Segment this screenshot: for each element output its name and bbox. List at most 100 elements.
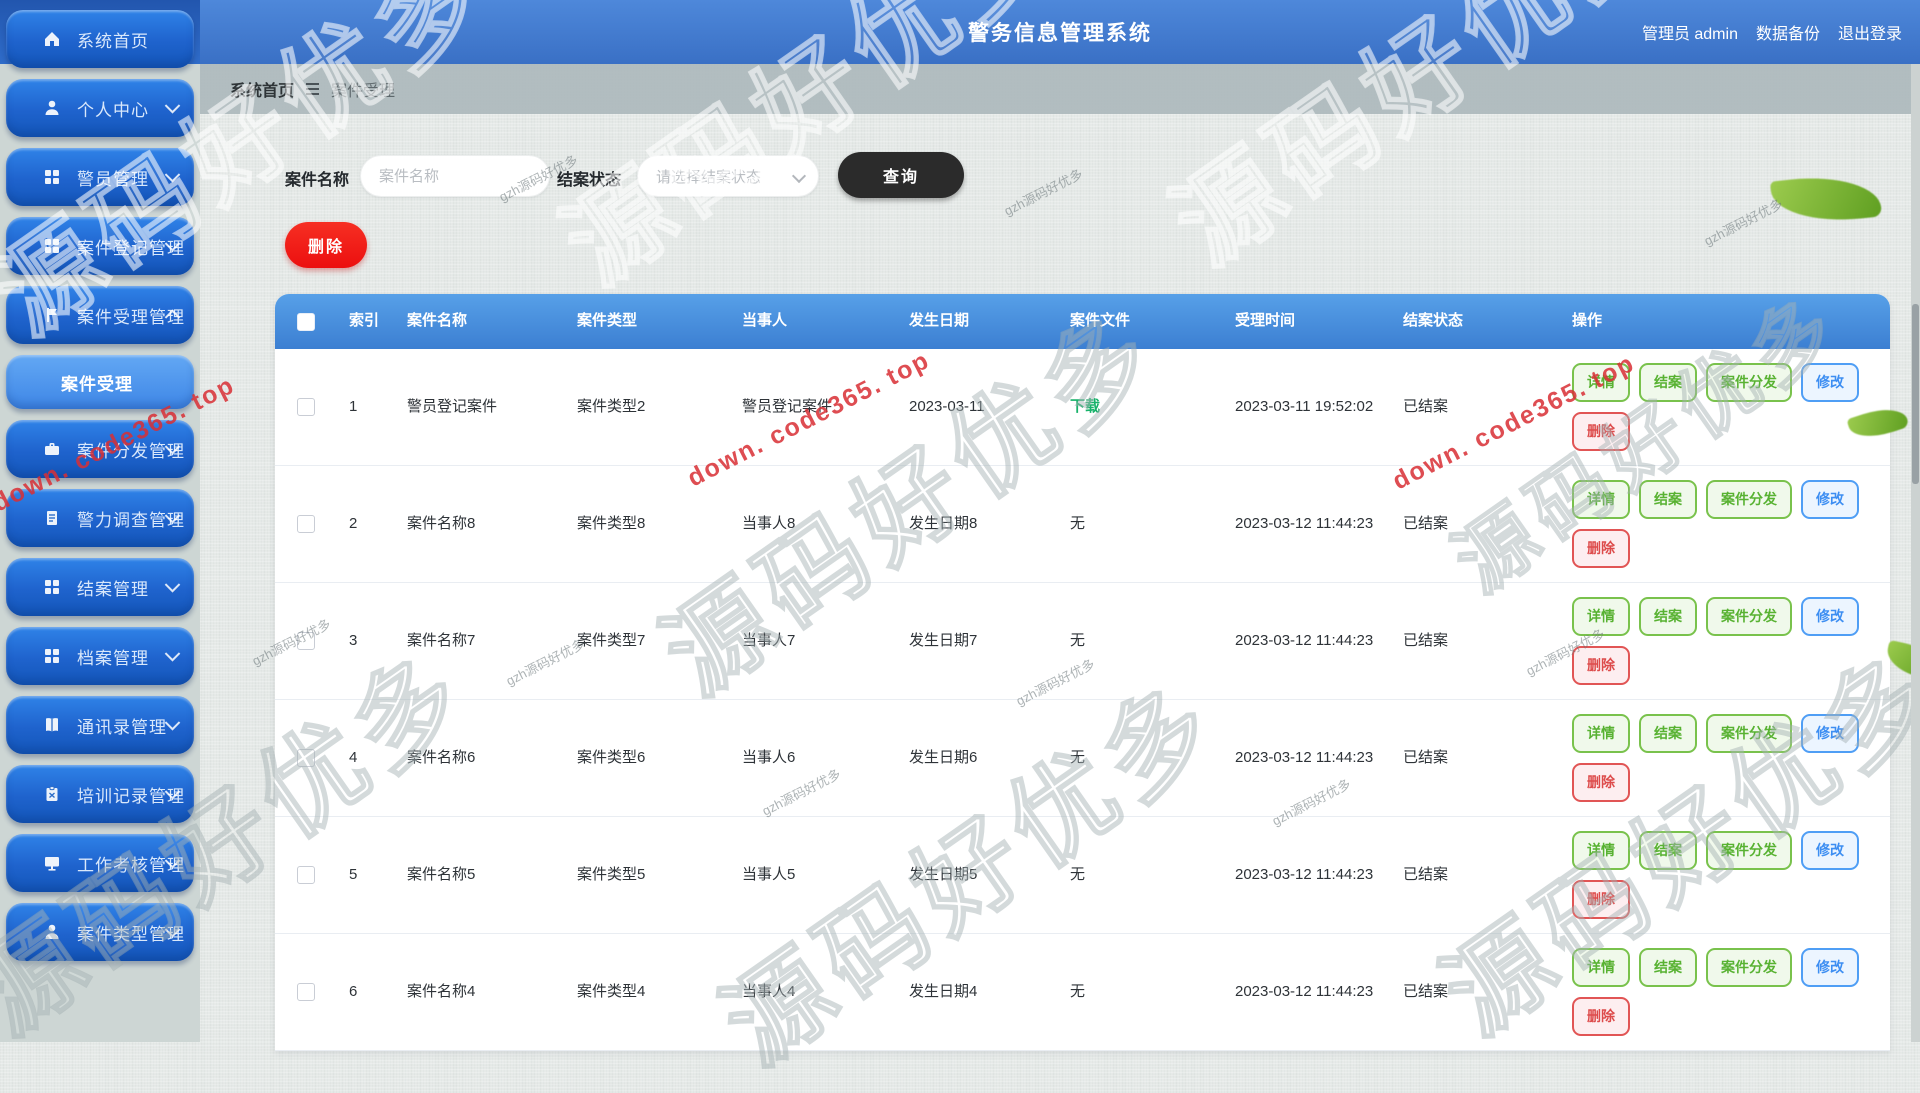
cell-case-file: 无	[1058, 583, 1223, 699]
case-status-select[interactable]: 请选择结案状态	[637, 155, 819, 197]
cell-case-name: 案件名称7	[395, 583, 565, 699]
bulk-delete-button[interactable]: 删除	[285, 222, 367, 268]
row-checkbox[interactable]	[297, 632, 315, 650]
cell-accept-time: 2023-03-12 11:44:23	[1223, 817, 1391, 933]
close-case-button[interactable]: 结案	[1639, 363, 1697, 402]
table-header-row: 索引 案件名称 案件类型 当事人 发生日期 案件文件 受理时间 结案状态 操作	[275, 294, 1890, 349]
clipboard-icon	[42, 784, 62, 804]
edit-button[interactable]: 修改	[1801, 948, 1859, 987]
edit-button[interactable]: 修改	[1801, 363, 1859, 402]
col-case-file: 案件文件	[1058, 294, 1223, 349]
sidebar-item-label: 档案管理	[77, 644, 149, 669]
dispatch-button[interactable]: 案件分发	[1706, 714, 1792, 753]
table-row: 4 案件名称6 案件类型6 当事人6 发生日期6 无 2023-03-12 11…	[275, 700, 1890, 817]
cell-close-status: 已结案	[1391, 583, 1560, 699]
cell-party: 当事人6	[730, 700, 897, 816]
edit-button[interactable]: 修改	[1801, 480, 1859, 519]
row-checkbox[interactable]	[297, 983, 315, 1001]
delete-row-button[interactable]: 删除	[1572, 763, 1630, 802]
detail-button[interactable]: 详情	[1572, 480, 1630, 519]
sidebar-item-archive-mgmt[interactable]: 档案管理	[6, 627, 194, 685]
delete-row-button[interactable]: 删除	[1572, 412, 1630, 451]
cell-date: 发生日期5	[897, 817, 1058, 933]
table-row: 5 案件名称5 案件类型5 当事人5 发生日期5 无 2023-03-12 11…	[275, 817, 1890, 934]
breadcrumb: 系统首页 案件受理	[200, 64, 1920, 114]
case-status-label: 结案状态	[557, 166, 621, 190]
sidebar-item-label: 通讯录管理	[77, 713, 167, 738]
home-icon	[42, 29, 62, 49]
grid-icon	[42, 236, 62, 256]
edit-button[interactable]: 修改	[1801, 831, 1859, 870]
breadcrumb-home[interactable]: 系统首页	[230, 77, 294, 101]
detail-button[interactable]: 详情	[1572, 363, 1630, 402]
delete-row-button[interactable]: 删除	[1572, 646, 1630, 685]
sidebar-item-officer-mgmt[interactable]: 警员管理	[6, 148, 194, 206]
detail-button[interactable]: 详情	[1572, 831, 1630, 870]
download-link[interactable]: 下载	[1070, 396, 1100, 419]
sidebar-item-case-close-mgmt[interactable]: 结案管理	[6, 558, 194, 616]
close-case-button[interactable]: 结案	[1639, 597, 1697, 636]
close-case-button[interactable]: 结案	[1639, 948, 1697, 987]
sidebar-item-case-accept-mgmt[interactable]: 案件受理管理	[6, 286, 194, 344]
row-checkbox[interactable]	[297, 749, 315, 767]
cell-close-status: 已结案	[1391, 349, 1560, 465]
dispatch-button[interactable]: 案件分发	[1706, 597, 1792, 636]
logout-link[interactable]: 退出登录	[1838, 20, 1902, 44]
cell-index: 5	[337, 817, 395, 933]
delete-row-button[interactable]: 删除	[1572, 880, 1630, 919]
sidebar-item-case-register-mgmt[interactable]: 案件登记管理	[6, 217, 194, 275]
query-button[interactable]: 查询	[838, 152, 964, 198]
sidebar-item-contacts-mgmt[interactable]: 通讯录管理	[6, 696, 194, 754]
edit-button[interactable]: 修改	[1801, 597, 1859, 636]
sidebar-item-assessment-mgmt[interactable]: 工作考核管理	[6, 834, 194, 892]
detail-button[interactable]: 详情	[1572, 948, 1630, 987]
cell-date: 发生日期8	[897, 466, 1058, 582]
sidebar-item-training-mgmt[interactable]: 培训记录管理	[6, 765, 194, 823]
delete-row-button[interactable]: 删除	[1572, 997, 1630, 1036]
delete-row-button[interactable]: 删除	[1572, 529, 1630, 568]
scrollbar-track[interactable]	[1911, 64, 1920, 1042]
case-name-input[interactable]	[360, 155, 550, 197]
cell-case-name: 案件名称8	[395, 466, 565, 582]
document-icon	[42, 508, 62, 528]
col-date: 发生日期	[897, 294, 1058, 349]
cell-index: 2	[337, 466, 395, 582]
cell-party: 当事人8	[730, 466, 897, 582]
cell-close-status: 已结案	[1391, 817, 1560, 933]
cell-close-status: 已结案	[1391, 934, 1560, 1050]
cell-accept-time: 2023-03-12 11:44:23	[1223, 700, 1391, 816]
edit-button[interactable]: 修改	[1801, 714, 1859, 753]
row-checkbox[interactable]	[297, 398, 315, 416]
detail-button[interactable]: 详情	[1572, 714, 1630, 753]
cell-case-type: 案件类型5	[565, 817, 730, 933]
dispatch-button[interactable]: 案件分发	[1706, 480, 1792, 519]
sidebar-subitem-case-accept[interactable]: 案件受理	[6, 355, 194, 409]
detail-button[interactable]: 详情	[1572, 597, 1630, 636]
data-backup-link[interactable]: 数据备份	[1756, 20, 1820, 44]
dispatch-button[interactable]: 案件分发	[1706, 948, 1792, 987]
dispatch-button[interactable]: 案件分发	[1706, 831, 1792, 870]
grid-icon	[42, 577, 62, 597]
flag-icon	[42, 305, 62, 325]
sidebar-item-case-dispatch-mgmt[interactable]: 案件分发管理	[6, 420, 194, 478]
sidebar-item-case-type-mgmt[interactable]: 案件类型管理	[6, 903, 194, 961]
sidebar-item-label: 个人中心	[77, 96, 149, 121]
cell-date: 发生日期6	[897, 700, 1058, 816]
select-all-checkbox[interactable]	[297, 313, 315, 331]
table-row: 6 案件名称4 案件类型4 当事人4 发生日期4 无 2023-03-12 11…	[275, 934, 1890, 1051]
cell-accept-time: 2023-03-12 11:44:23	[1223, 583, 1391, 699]
dispatch-button[interactable]: 案件分发	[1706, 363, 1792, 402]
cell-close-status: 已结案	[1391, 700, 1560, 816]
row-checkbox[interactable]	[297, 515, 315, 533]
close-case-button[interactable]: 结案	[1639, 831, 1697, 870]
close-case-button[interactable]: 结案	[1639, 714, 1697, 753]
cell-party: 当事人7	[730, 583, 897, 699]
sidebar-item-investigation-mgmt[interactable]: 警力调查管理	[6, 489, 194, 547]
scrollbar-thumb[interactable]	[1912, 304, 1919, 484]
sidebar-item-system-home[interactable]: 系统首页	[6, 10, 194, 68]
row-checkbox[interactable]	[297, 866, 315, 884]
cell-case-file: 无	[1058, 934, 1223, 1050]
cell-accept-time: 2023-03-12 11:44:23	[1223, 466, 1391, 582]
close-case-button[interactable]: 结案	[1639, 480, 1697, 519]
sidebar-item-personal-center[interactable]: 个人中心	[6, 79, 194, 137]
